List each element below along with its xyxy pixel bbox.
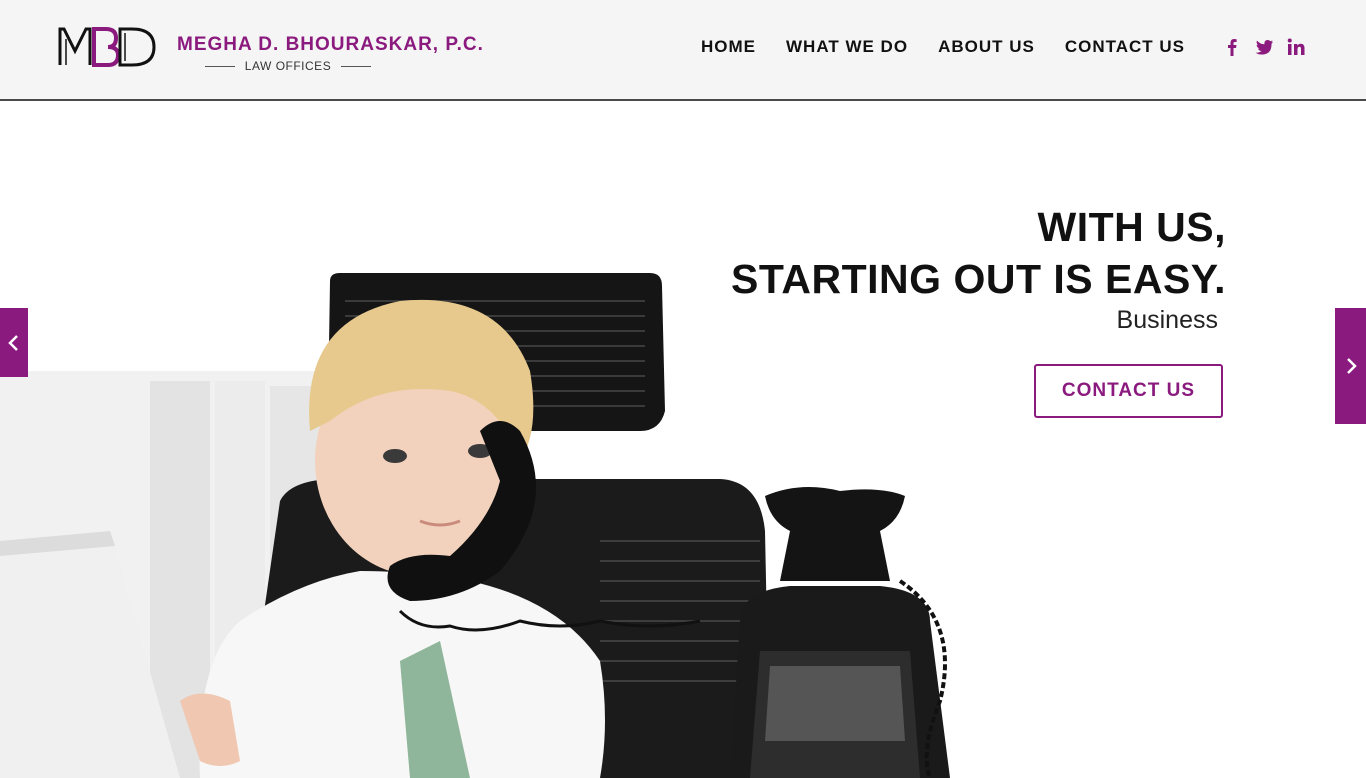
brand-subtitle-text: LAW OFFICES bbox=[244, 59, 332, 73]
hero-headline-line1: WITH US, bbox=[1037, 204, 1226, 250]
brand-subtitle: LAW OFFICES bbox=[205, 58, 371, 74]
linkedin-icon[interactable] bbox=[1286, 36, 1306, 58]
divider bbox=[205, 65, 235, 67]
nav-contact-us[interactable]: CONTACT US bbox=[1065, 37, 1185, 57]
site-header: MEGHA D. BHOURASKAR, P.C. LAW OFFICES HO… bbox=[0, 0, 1366, 101]
slider-next-button[interactable] bbox=[1335, 308, 1366, 424]
slider-prev-button[interactable] bbox=[0, 308, 28, 377]
chevron-right-icon bbox=[1346, 358, 1357, 374]
hero-slider: WITH US, STARTING OUT IS EASY. Business … bbox=[0, 101, 1366, 778]
hero-subline: Business bbox=[1116, 306, 1218, 334]
divider bbox=[341, 65, 371, 67]
hero-headline-line2: STARTING OUT IS EASY. bbox=[731, 256, 1226, 302]
logo[interactable] bbox=[58, 27, 158, 67]
brand-name[interactable]: MEGHA D. BHOURASKAR, P.C. bbox=[177, 34, 484, 56]
main-nav: HOME WHAT WE DO ABOUT US CONTACT US bbox=[701, 37, 1185, 57]
contact-us-button[interactable]: CONTACT US bbox=[1034, 364, 1223, 418]
facebook-icon[interactable] bbox=[1222, 36, 1242, 58]
hero-headline: WITH US, STARTING OUT IS EASY. bbox=[731, 201, 1226, 305]
social-links bbox=[1222, 36, 1306, 58]
nav-about-us[interactable]: ABOUT US bbox=[938, 37, 1035, 57]
twitter-icon[interactable] bbox=[1254, 36, 1274, 58]
nav-what-we-do[interactable]: WHAT WE DO bbox=[786, 37, 908, 57]
nav-home[interactable]: HOME bbox=[701, 37, 756, 57]
chevron-left-icon bbox=[8, 334, 18, 351]
logo-mark-icon bbox=[58, 27, 156, 67]
